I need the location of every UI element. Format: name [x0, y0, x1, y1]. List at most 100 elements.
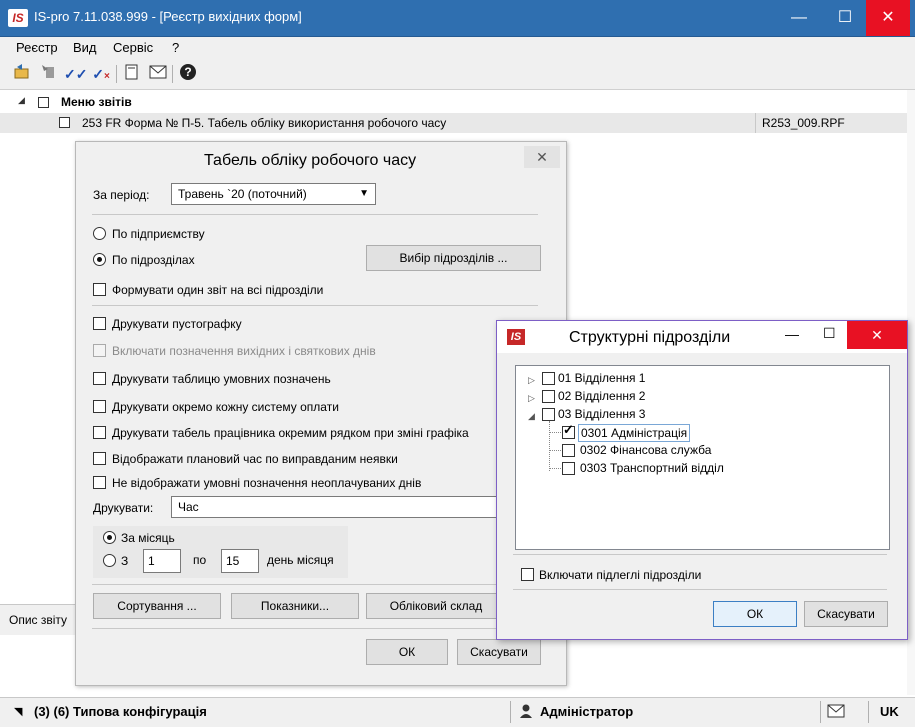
tree-line	[549, 421, 551, 471]
menu-view[interactable]: Вид	[73, 40, 97, 55]
divisions-dialog-title: Структурні підрозділи	[569, 329, 731, 346]
unpaid-marks-label: Не відображати умовні позначення неоплач…	[112, 476, 422, 490]
period-select[interactable]: Травень `20 (поточний) ▼	[171, 183, 376, 205]
report-label: 253 FR Форма № П-5. Табель обліку викори…	[82, 116, 447, 130]
choose-divisions-button[interactable]: Вибір підрозділів ...	[366, 245, 541, 271]
from-day-input[interactable]: 1	[143, 549, 181, 573]
period-value: Травень `20 (поточний)	[178, 187, 307, 201]
radio-divisions-label: По підрозділах	[112, 253, 195, 267]
each-payment-checkbox[interactable]	[93, 400, 106, 413]
tree-node[interactable]: 02 Відділення 2	[558, 388, 645, 404]
node-checkbox[interactable]	[562, 462, 575, 475]
collapse-arrow-icon[interactable]: ◢	[18, 95, 25, 106]
column-divider	[755, 113, 756, 133]
check-double-icon[interactable]: ✓✓	[64, 63, 87, 85]
tree-node-selected[interactable]: 0301 Адміністрація	[578, 424, 691, 442]
node-checkbox[interactable]	[542, 408, 555, 421]
close-button[interactable]: ✕	[866, 0, 910, 36]
toolbar-separator	[116, 65, 117, 83]
toolbar-separator	[172, 65, 173, 83]
menu-bar: Реєстр Вид Сервіс ?	[0, 37, 915, 59]
maximize-button[interactable]: ☐	[823, 325, 836, 342]
separator	[92, 305, 538, 306]
empty-graph-label: Друкувати пустографку	[112, 317, 242, 331]
single-report-checkbox[interactable]	[93, 283, 106, 296]
move-icon[interactable]	[38, 63, 60, 85]
app-logo: IS	[507, 329, 525, 345]
ok-button[interactable]: ОК	[713, 601, 797, 627]
minimize-button[interactable]: —	[785, 326, 799, 342]
expand-arrow-icon[interactable]: ▷	[528, 393, 535, 404]
sort-button[interactable]: Сортування ...	[93, 593, 221, 619]
cancel-button[interactable]: Скасувати	[804, 601, 888, 627]
menu-help[interactable]: ?	[172, 40, 179, 55]
mail-icon[interactable]	[147, 63, 169, 85]
legend-table-label: Друкувати таблицю умовних позначень	[112, 372, 331, 386]
accounting-button[interactable]: Обліковий склад	[366, 593, 506, 619]
legend-table-checkbox[interactable]	[93, 372, 106, 385]
vertical-scrollbar[interactable]	[907, 90, 915, 695]
collapse-arrow-icon[interactable]: ◢	[528, 411, 535, 422]
maximize-button[interactable]: ☐	[828, 0, 862, 36]
tree-node[interactable]: 0303 Транспортний відділ	[580, 460, 724, 476]
employee-row-label: Друкувати табель працівника окремим рядк…	[112, 426, 469, 440]
planned-time-label: Відображати плановий час по виправданим …	[112, 452, 398, 466]
minimize-button[interactable]: —	[782, 0, 816, 36]
include-sub-label: Включати підлеглі підрозділи	[539, 568, 702, 582]
separator	[513, 554, 887, 555]
radio-enterprise[interactable]	[93, 227, 106, 240]
language-indicator[interactable]: UK	[880, 704, 899, 719]
tree-report-row[interactable]: 253 FR Форма № П-5. Табель обліку викори…	[0, 113, 907, 133]
employee-row-checkbox[interactable]	[93, 426, 106, 439]
indicators-button[interactable]: Показники...	[231, 593, 359, 619]
divisions-tree: ▷ 01 Відділення 1 ▷ 02 Відділення 2 ◢ 03…	[515, 365, 890, 550]
user-label: Адміністратор	[540, 704, 634, 719]
dialog-close-button[interactable]: ✕	[524, 146, 560, 168]
tree-node[interactable]: 0302 Фінансова служба	[580, 442, 711, 458]
check-cancel-icon[interactable]: ✓×	[90, 63, 112, 85]
node-checkbox[interactable]	[542, 372, 555, 385]
chevron-down-icon: ▼	[359, 188, 369, 199]
side-tab-panel: Опис звіту	[0, 604, 75, 635]
status-divider	[510, 701, 511, 723]
planned-time-checkbox[interactable]	[93, 452, 106, 465]
svg-text:?: ?	[184, 65, 191, 79]
document-icon[interactable]	[121, 63, 143, 85]
mail-status-icon[interactable]	[827, 704, 845, 721]
include-sub-checkbox[interactable]	[521, 568, 534, 581]
side-tab-description[interactable]: Опис звіту	[9, 613, 67, 627]
tree-line	[549, 432, 561, 433]
node-checkbox[interactable]	[562, 444, 575, 457]
empty-graph-checkbox[interactable]	[93, 317, 106, 330]
node-checkbox[interactable]	[542, 390, 555, 403]
user-icon	[519, 703, 533, 722]
to-day-input[interactable]: 15	[221, 549, 259, 573]
status-bar: ◥ (3) (6) Типова конфігурація Адміністра…	[0, 697, 915, 727]
tree-node[interactable]: 01 Відділення 1	[558, 370, 645, 386]
divisions-dialog: IS Структурні підрозділи — ☐ ✕ ▷ 01 Відд…	[496, 320, 908, 640]
unpaid-marks-checkbox[interactable]	[93, 476, 106, 489]
close-button[interactable]: ✕	[847, 321, 907, 349]
ok-button[interactable]: ОК	[366, 639, 448, 665]
report-checkbox[interactable]	[59, 117, 70, 128]
menu-registry[interactable]: Реєстр	[16, 40, 58, 55]
open-icon[interactable]	[11, 63, 33, 85]
root-checkbox[interactable]	[38, 97, 49, 108]
tree-node[interactable]: 03 Відділення 3	[558, 406, 645, 422]
radio-range[interactable]	[103, 554, 116, 567]
print-select[interactable]: Час	[171, 496, 501, 518]
include-weekends-label: Включати позначення вихідних і святкових…	[112, 344, 376, 358]
per-month-label: За місяць	[121, 531, 175, 545]
menu-service[interactable]: Сервіс	[113, 40, 153, 55]
separator	[92, 214, 538, 215]
app-logo: IS	[8, 9, 28, 27]
radio-divisions[interactable]	[93, 253, 106, 266]
expand-arrow-icon[interactable]: ▷	[528, 375, 535, 386]
separator	[513, 589, 887, 590]
radio-per-month[interactable]	[103, 531, 116, 544]
config-icon: ◥	[14, 706, 23, 718]
cancel-button[interactable]: Скасувати	[457, 639, 541, 665]
dialog-title: Табель обліку робочого часу	[204, 152, 417, 169]
help-icon[interactable]: ?	[177, 63, 199, 85]
tree-line	[549, 468, 561, 469]
